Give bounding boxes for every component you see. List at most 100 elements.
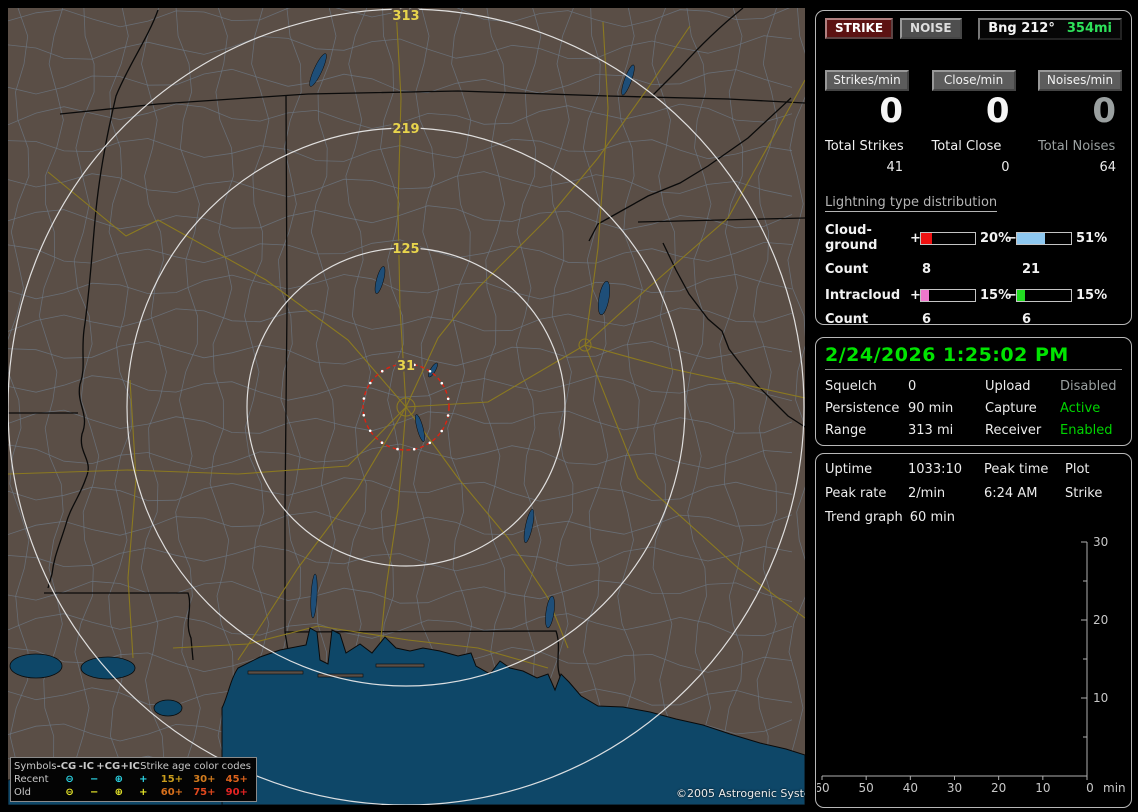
bearing-value: Bng 212° (988, 21, 1055, 36)
ic-negative-bar (1016, 289, 1072, 303)
noises-rate: 0 (1092, 91, 1116, 131)
close-per-min-button[interactable]: Close/min (931, 70, 1016, 91)
range-value: 313 mi (908, 423, 954, 438)
status-rows: Squelch 0 Upload Disabled Persistence 90… (825, 379, 1122, 438)
legend-old-row: Old ⊖ − ⊕ + 60+ 75+ 90+ (14, 786, 253, 799)
old-pos-cg-icon: ⊕ (114, 787, 123, 798)
range-value: 354mi (1066, 21, 1112, 36)
distribution-heading: Lightning type distribution (825, 195, 998, 213)
ring-label-313: 313 (392, 9, 419, 24)
squelch-label: Squelch (825, 379, 877, 394)
stats-panel: STRIKE NOISE Bng 212° 354mi Strikes/min 0… (815, 10, 1132, 327)
legend-old-label: Old (14, 787, 31, 798)
ic-negative-count: 6 (1022, 312, 1032, 328)
app-window: { "map": { "land_color": "#5a4e46", "wat… (0, 0, 1138, 812)
cg-positive-pct: 20% (980, 230, 1012, 246)
cloud-ground-count-row: Count 8 21 (825, 262, 1122, 277)
svg-text:30: 30 (947, 781, 962, 795)
lightning-map[interactable]: 313 219 125 31 Symbols -CG -IC +CG +IC S… (8, 8, 805, 805)
recent-neg-ic-icon: − (89, 774, 99, 785)
info-row: Peak rate 2/min 6:24 AM Strike (825, 486, 1122, 501)
total-noises-value: 64 (1099, 160, 1116, 176)
range-label: Range (825, 423, 867, 438)
ring-label-219: 219 (392, 122, 419, 137)
peak-time-label: Peak time (984, 462, 1049, 477)
upload-value: Disabled (1060, 379, 1117, 394)
noise-button[interactable]: NOISE (900, 18, 962, 39)
svg-text:50: 50 (859, 781, 874, 795)
ring-label-125: 125 (392, 242, 419, 257)
strikes-rate: 0 (879, 91, 903, 131)
divider (825, 369, 1122, 370)
plus-sign: + (910, 288, 921, 304)
status-row: Squelch 0 Upload Disabled (825, 379, 1122, 394)
strikes-per-min-button[interactable]: Strikes/min (825, 70, 909, 91)
cloud-ground-label: Cloud-ground (825, 223, 878, 254)
legend-col-pos-cg: +CG (96, 761, 121, 772)
svg-text:20: 20 (991, 781, 1006, 795)
uptime-label: Uptime (825, 462, 873, 477)
ic-positive-count: 6 (922, 312, 932, 328)
trend-graph-value: 60 min (909, 510, 955, 525)
minus-sign: − (1006, 288, 1017, 304)
recent-pos-ic-icon: + (139, 774, 148, 785)
intracloud-count-row: Count 6 6 (825, 312, 1122, 327)
legend-header-row: Symbols -CG -IC +CG +IC Strike age color… (14, 760, 253, 773)
strike-button[interactable]: STRIKE (825, 18, 894, 39)
trend-graph-label: Trend graph (825, 510, 903, 525)
age-60: 60+ (160, 787, 184, 798)
cloud-ground-row: Cloud-ground + 20% − 51% (825, 223, 1122, 253)
total-strikes-label: Total Strikes (825, 139, 904, 155)
datetime-display: 2/24/2026 1:25:02 PM (825, 344, 1069, 366)
info-panel: Uptime 1033:10 Peak time Plot Peak rate … (815, 453, 1132, 808)
recent-pos-cg-icon: ⊕ (114, 774, 123, 785)
age-15: 15+ (160, 774, 184, 785)
svg-text:min: min (1103, 781, 1126, 795)
svg-text:10: 10 (1093, 691, 1108, 705)
persistence-value: 90 min (908, 401, 954, 416)
upload-label: Upload (985, 379, 1031, 394)
age-90: 90+ (225, 787, 248, 798)
close-counter: Close/min 0 Total Close 0 (931, 70, 1016, 175)
symbol-legend: Symbols -CG -IC +CG +IC Strike age color… (10, 757, 257, 802)
svg-text:0: 0 (1086, 781, 1094, 795)
ring-labels: 313 219 125 31 (390, 8, 421, 376)
svg-text:10: 10 (1035, 781, 1050, 795)
status-panel: 2/24/2026 1:25:02 PM Squelch 0 Upload Di… (815, 337, 1132, 446)
age-30: 30+ (193, 774, 216, 785)
minus-sign: − (1006, 230, 1017, 246)
peak-time-value: 6:24 AM (984, 486, 1038, 501)
copyright-text: ©2005 Astrogenic Systems (676, 787, 805, 800)
status-row: Range 313 mi Receiver Enabled (825, 423, 1122, 438)
trend-graph-chart: 10 20 30 60 50 40 30 20 10 0 min (817, 535, 1126, 795)
legend-col-neg-ic: -IC (78, 761, 94, 772)
capture-value: Active (1060, 401, 1101, 416)
old-neg-ic-icon: − (89, 787, 99, 798)
age-45: 45+ (225, 774, 248, 785)
squelch-value: 0 (908, 379, 917, 394)
mode-row: STRIKE NOISE Bng 212° 354mi (825, 18, 1122, 40)
old-neg-cg-icon: ⊖ (65, 787, 74, 798)
info-row: Uptime 1033:10 Peak time Plot (825, 462, 1122, 477)
peak-rate-value: 2/min (908, 486, 946, 501)
strikes-counter: Strikes/min 0 Total Strikes 41 (825, 70, 909, 175)
legend-symbols-header: Symbols (14, 761, 57, 772)
capture-label: Capture (985, 401, 1037, 416)
total-noises-label: Total Noises (1038, 139, 1116, 155)
ic-positive-bar (920, 289, 976, 303)
svg-text:40: 40 (903, 781, 918, 795)
map-canvas: 313 219 125 31 (8, 8, 805, 805)
noises-per-min-button[interactable]: Noises/min (1038, 70, 1122, 91)
trend-graph-row: Trend graph 60 min (825, 510, 1122, 525)
total-close-label: Total Close (931, 139, 1002, 155)
svg-text:20: 20 (1093, 613, 1108, 627)
legend-recent-row: Recent ⊖ − ⊕ + 15+ 30+ 45+ (14, 773, 253, 786)
age-75: 75+ (193, 787, 216, 798)
intracloud-label: Intracloud (825, 288, 901, 304)
intracloud-row: Intracloud + 15% − 15% (825, 288, 1122, 303)
noises-counter: Noises/min 0 Total Noises 64 (1038, 70, 1122, 175)
bearing-range-display: Bng 212° 354mi (978, 18, 1122, 40)
plot-label: Plot (1065, 462, 1090, 477)
cg-negative-bar (1016, 231, 1072, 245)
plot-value: Strike (1065, 486, 1103, 501)
